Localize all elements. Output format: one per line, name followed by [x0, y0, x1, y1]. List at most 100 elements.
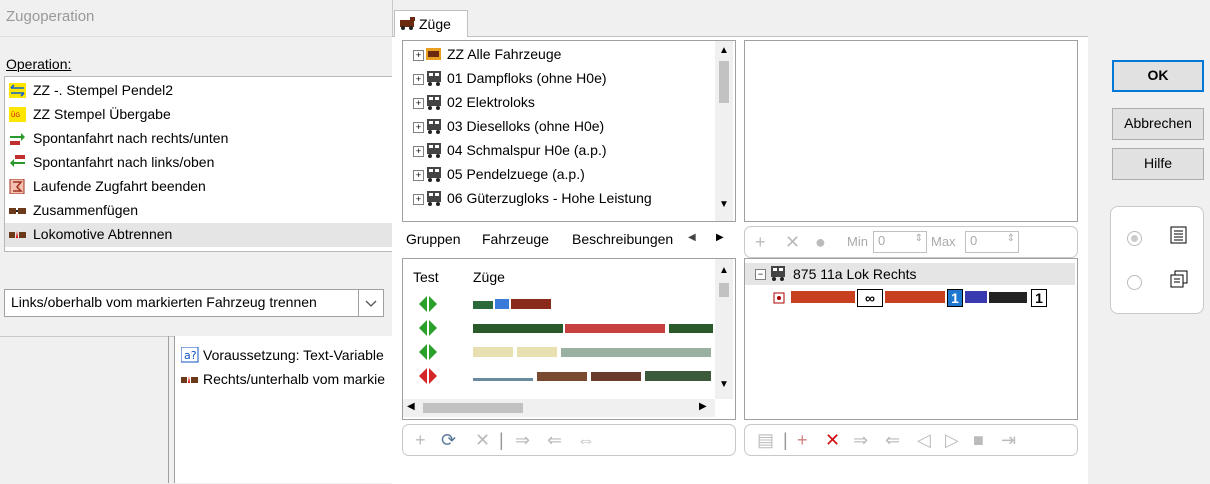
test-red-icon	[417, 367, 439, 388]
tab-scroll-left-icon[interactable]: ◀	[688, 232, 696, 243]
list-item[interactable]: Rechts/unterhalb vom markie	[181, 370, 391, 390]
tree-item[interactable]: + ZZ Alle Fahrzeuge	[403, 43, 713, 67]
operation-item[interactable]: ÜG ZZ Stempel Übergabe	[5, 103, 393, 127]
table-row[interactable]	[403, 293, 715, 315]
tree-item[interactable]: + 02 Elektroloks	[403, 91, 713, 115]
expand-icon[interactable]: +	[413, 122, 424, 133]
expand-icon[interactable]: +	[413, 74, 424, 85]
ok-button[interactable]: OK	[1112, 60, 1204, 92]
expand-icon[interactable]: +	[413, 98, 424, 109]
table-row[interactable]	[403, 365, 715, 387]
tree-item[interactable]: + 05 Pendelzuege (a.p.)	[403, 163, 713, 187]
consist-tree[interactable]: − 875 11a Lok Rechts ∞ 1 1	[744, 258, 1078, 420]
delete-icon[interactable]: ✕	[475, 431, 490, 449]
operation-list[interactable]: ZZ -. Stempel Pendel2 ÜG ZZ Stempel Über…	[4, 76, 394, 252]
tests-vscrollbar[interactable]: ▲ ▼	[715, 259, 733, 399]
new-item-icon[interactable]: ▤	[757, 431, 774, 449]
list-item[interactable]: a? Voraussetzung: Text-Variable	[180, 346, 391, 366]
move-right-icon[interactable]: ▷	[945, 431, 959, 449]
tab-gruppen[interactable]: Gruppen	[406, 231, 460, 247]
add-icon[interactable]: +	[415, 431, 426, 449]
arrow-right-icon[interactable]: ⇒	[853, 431, 868, 449]
tab-fahrzeuge[interactable]: Fahrzeuge	[482, 231, 549, 247]
spin-arrows-icon[interactable]: ⇕	[915, 233, 923, 244]
operation-item-selected[interactable]: Lokomotive Abtrennen	[5, 223, 393, 247]
ok-label: OK	[1147, 67, 1169, 83]
consist-toolbar: + ✕ ● Min 0 ⇕ Max 0 ⇕	[744, 226, 1078, 258]
scroll-thumb[interactable]	[719, 61, 729, 103]
arrow-left-icon[interactable]: ⇐	[885, 431, 900, 449]
operation-item[interactable]: ZZ -. Stempel Pendel2	[5, 79, 393, 103]
test-green-icon	[417, 319, 439, 340]
tree-scrollbar[interactable]: ▲ ▼	[715, 41, 733, 221]
stop-icon[interactable]: ●	[815, 233, 826, 251]
column-header-test[interactable]: Test	[413, 269, 439, 285]
tree-item[interactable]: + 04 Schmalspur H0e (a.p.)	[403, 139, 713, 163]
scroll-left-icon[interactable]: ◀	[407, 401, 415, 412]
radio-dot	[1131, 235, 1138, 242]
operation-label-text: Spontanfahrt nach rechts/unten	[33, 130, 229, 146]
scroll-down-icon[interactable]: ▼	[719, 199, 729, 210]
tree-item[interactable]: + 06 Güterzugloks - Hohe Leistung	[403, 187, 713, 211]
tree-item[interactable]: + 03 Dieselloks (ohne H0e)	[403, 115, 713, 139]
consist-row-selected[interactable]: − 875 11a Lok Rechts	[745, 263, 1075, 285]
collapse-icon[interactable]: −	[755, 269, 766, 280]
test-green-icon	[417, 295, 439, 316]
add-icon[interactable]: +	[797, 431, 808, 449]
tree-item-label: 01 Dampfloks (ohne H0e)	[447, 70, 607, 86]
scroll-down-icon[interactable]: ▼	[719, 379, 729, 390]
tree-item-label: 02 Elektroloks	[447, 94, 535, 110]
background-operation-list[interactable]: a? Voraussetzung: Text-Variable Rechts/u…	[174, 336, 393, 483]
min-stepper[interactable]: 0 ⇕	[873, 231, 927, 253]
split-direction-value: Links/oberhalb vom markierten Fahrzeug t…	[11, 294, 317, 310]
column-header-zuege[interactable]: Züge	[473, 269, 505, 285]
tab-label: Züge	[419, 16, 451, 32]
tree-item[interactable]: + 01 Dampfloks (ohne H0e)	[403, 67, 713, 91]
tab-beschreibungen[interactable]: Beschreibungen	[572, 231, 682, 247]
expand-icon[interactable]: +	[413, 170, 424, 181]
max-stepper[interactable]: 0 ⇕	[965, 231, 1019, 253]
tree-item-label: 03 Dieselloks (ohne H0e)	[447, 118, 605, 134]
arrow-left-icon[interactable]: ⇐	[547, 431, 562, 449]
list-view-radio[interactable]	[1127, 231, 1142, 246]
move-left-icon[interactable]: ◁	[917, 431, 931, 449]
split-direction-select[interactable]: Links/oberhalb vom markierten Fahrzeug t…	[4, 289, 384, 317]
help-button[interactable]: Hilfe	[1112, 148, 1204, 180]
operation-item[interactable]: Zusammenfügen	[5, 199, 393, 223]
scroll-up-icon[interactable]: ▲	[719, 265, 729, 276]
vehicle-group-tree[interactable]: + ZZ Alle Fahrzeuge + 01 Dampfloks (ohne…	[402, 40, 736, 222]
arrow-both-icon[interactable]: ⇔	[577, 431, 595, 449]
delete-icon[interactable]: ✕	[825, 431, 840, 449]
tests-table[interactable]: Test Züge ▲ ▼ ◀ ▶	[402, 258, 736, 420]
operation-item[interactable]: Spontanfahrt nach rechts/unten	[5, 127, 393, 151]
scroll-right-icon[interactable]: ▶	[699, 401, 707, 412]
dropdown-button[interactable]	[358, 290, 383, 316]
cancel-button[interactable]: Abbrechen	[1112, 108, 1204, 140]
list-item-label: Rechts/unterhalb vom markie	[203, 371, 386, 387]
scroll-thumb[interactable]	[719, 283, 729, 297]
table-row[interactable]	[403, 341, 715, 363]
expand-icon[interactable]: +	[413, 50, 424, 61]
tab-scroll-right-icon[interactable]: ▶	[716, 232, 724, 243]
arrow-right-icon[interactable]: ⇒	[515, 431, 530, 449]
spin-arrows-icon[interactable]: ⇕	[1007, 233, 1015, 244]
expand-icon[interactable]: +	[413, 146, 424, 157]
grid-view-radio[interactable]	[1127, 275, 1142, 290]
refresh-icon[interactable]: ⟳	[441, 431, 456, 449]
help-label: Hilfe	[1143, 155, 1172, 171]
add-icon[interactable]: +	[755, 233, 766, 251]
tests-hscrollbar[interactable]: ◀ ▶	[403, 399, 715, 417]
stop-icon[interactable]: ■	[973, 431, 984, 449]
operation-item[interactable]: Spontanfahrt nach links/oben	[5, 151, 393, 175]
operation-item[interactable]: Laufende Zugfahrt beenden	[5, 175, 393, 199]
scroll-up-icon[interactable]: ▲	[719, 45, 729, 56]
consist-vehicles[interactable]: ∞ 1 1	[773, 287, 1073, 307]
delete-icon[interactable]: ✕	[785, 233, 800, 251]
insert-icon[interactable]: ⇥	[1001, 431, 1016, 449]
train-image-icon	[473, 369, 713, 383]
scroll-thumb[interactable]	[423, 403, 523, 413]
tree-item-label: 06 Güterzugloks - Hohe Leistung	[447, 190, 652, 206]
tab-zuege[interactable]: Züge	[394, 10, 468, 37]
expand-icon[interactable]: +	[413, 194, 424, 205]
table-row[interactable]	[403, 317, 715, 339]
